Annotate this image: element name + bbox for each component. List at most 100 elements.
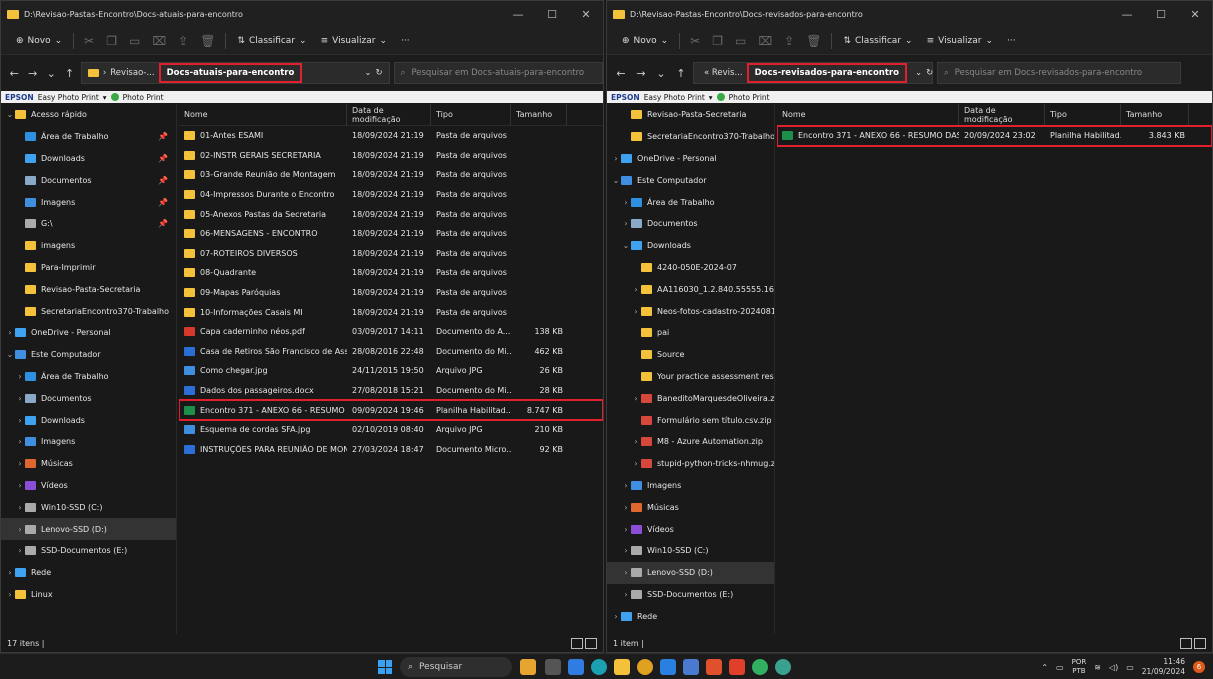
- nav-item[interactable]: › Lenovo-SSD (D:): [607, 561, 774, 584]
- nav-item[interactable]: ›Linux: [1, 584, 176, 606]
- nav-item[interactable]: Downloads 📌: [1, 148, 176, 170]
- whatsapp-icon[interactable]: [752, 659, 768, 675]
- nav-item[interactable]: Imagens 📌: [1, 191, 176, 213]
- back-icon[interactable]: ←: [7, 67, 21, 80]
- nav-item[interactable]: pai: [607, 322, 774, 344]
- dropdown-icon[interactable]: ▾: [709, 93, 713, 102]
- nav-item[interactable]: Formulário sem título.csv.zip: [607, 409, 774, 431]
- nav-item[interactable]: Área de Trabalho 📌: [1, 126, 176, 148]
- details-view-icon[interactable]: [571, 638, 583, 649]
- chevron-right-icon[interactable]: ›: [15, 394, 25, 403]
- close-button[interactable]: ✕: [1178, 8, 1212, 21]
- clock[interactable]: 11:46 21/09/2024: [1142, 657, 1185, 677]
- share-icon[interactable]: ⇪: [778, 34, 800, 48]
- address-bar[interactable]: « Revis... Docs-revisados-para-encontro …: [693, 62, 933, 84]
- windows-start-icon[interactable]: [378, 660, 392, 674]
- minimize-button[interactable]: —: [501, 8, 535, 21]
- recent-chevron-icon[interactable]: ⌄: [44, 67, 58, 80]
- column-header-date[interactable]: Data de modificação: [347, 104, 431, 126]
- nav-item[interactable]: SecretariaEncontro370-Trabalho: [607, 126, 774, 148]
- nav-item[interactable]: ⌄ Este Computador: [607, 169, 774, 191]
- nav-item[interactable]: › Rede: [1, 562, 176, 584]
- chevron-right-icon[interactable]: ›: [621, 198, 631, 207]
- file-row[interactable]: 07-ROTEIROS DIVERSOS 18/09/2024 21:19 Past…: [179, 244, 603, 264]
- paste-icon[interactable]: ▭: [729, 34, 752, 48]
- file-row[interactable]: 03-Grande Reunião de Montagem 18/09/2024 …: [179, 165, 603, 185]
- tiles-view-icon[interactable]: [585, 638, 597, 649]
- vscode-icon[interactable]: [660, 659, 676, 675]
- file-row[interactable]: Casa de Retiros São Francisco de Assis M…: [179, 342, 603, 362]
- breadcrumb-current[interactable]: Docs-atuais-para-encontro: [158, 63, 303, 83]
- tiles-view-icon[interactable]: [1194, 638, 1206, 649]
- nav-item[interactable]: › OneDrive - Personal: [1, 322, 176, 344]
- breadcrumb-parent[interactable]: Revisao-...: [110, 68, 154, 78]
- file-row[interactable]: Encontro 371 - ANEXO 66 - RESUMO DAS F..…: [777, 125, 1212, 147]
- view-button[interactable]: ≡ Visualizar ⌄: [920, 36, 1000, 46]
- office-icon[interactable]: [729, 659, 745, 675]
- photo-print-button[interactable]: Photo Print: [123, 93, 164, 102]
- navigation-pane[interactable]: Revisao-Pasta-Secretaria SecretariaEncont…: [607, 104, 775, 634]
- search-box[interactable]: ⌕ Pesquisar em Docs-revisados-para-encon…: [937, 62, 1181, 84]
- column-header-size[interactable]: Tamanho: [1121, 104, 1189, 126]
- nav-item[interactable]: › Documentos: [607, 213, 774, 235]
- nav-item[interactable]: › Lenovo-SSD (D:): [1, 518, 176, 540]
- column-header-name[interactable]: Nome: [179, 104, 347, 126]
- sort-button[interactable]: ⇅ Classificar ⌄: [230, 36, 313, 46]
- chevron-right-icon[interactable]: ›: [15, 525, 25, 534]
- chevron-right-icon[interactable]: ›: [631, 459, 641, 468]
- recent-chevron-icon[interactable]: ⌄: [653, 67, 669, 80]
- new-button[interactable]: ⊕ Novo ⌄: [615, 36, 675, 46]
- nav-item[interactable]: ⌄ Acesso rápido: [1, 104, 176, 126]
- file-row[interactable]: Capa caderninho néos.pdf 03/09/2017 14:11…: [179, 322, 603, 342]
- back-icon[interactable]: ←: [613, 67, 629, 80]
- search-input[interactable]: Pesquisar em Docs-atuais-para-encontro: [411, 68, 584, 78]
- refresh-icon[interactable]: ↻: [926, 68, 933, 78]
- nav-item[interactable]: ⌄ Este Computador: [1, 344, 176, 366]
- chevron-right-icon[interactable]: ›: [631, 437, 641, 446]
- chevron-right-icon[interactable]: ›: [15, 481, 25, 490]
- task-view-icon[interactable]: [545, 659, 561, 675]
- nav-item[interactable]: › Músicas: [1, 453, 176, 475]
- chevron-right-icon[interactable]: ›: [621, 590, 631, 599]
- chevron-right-icon[interactable]: ›: [15, 459, 25, 468]
- todo-icon[interactable]: [568, 659, 584, 675]
- chevron-right-icon[interactable]: ›: [15, 437, 25, 446]
- delete-icon[interactable]: 🗑: [194, 34, 221, 48]
- easy-photo-print-button[interactable]: Easy Photo Print: [644, 93, 705, 102]
- nav-item[interactable]: › BaneditoMarquesdeOliveira.zip: [607, 387, 774, 409]
- column-header-type[interactable]: Tipo: [1045, 104, 1121, 126]
- cut-icon[interactable]: ✂: [78, 34, 100, 48]
- file-row[interactable]: INSTRUÇÕES PARA REUNIÃO DE MONTA... 27/03…: [179, 440, 603, 460]
- wifi-icon[interactable]: ≋: [1094, 663, 1101, 672]
- file-row[interactable]: 01-Antes ESAMI 18/09/2024 21:19 Pasta de a…: [179, 126, 603, 146]
- nav-item[interactable]: › Neos-fotos-cadastro-20240812T22: [607, 300, 774, 322]
- sort-button[interactable]: ⇅ Classificar ⌄: [836, 36, 919, 46]
- dropdown-icon[interactable]: ▾: [103, 93, 107, 102]
- nav-item[interactable]: 4240-050E-2024-07: [607, 257, 774, 279]
- photo-print-button[interactable]: Photo Print: [729, 93, 770, 102]
- details-view-icon[interactable]: [1180, 638, 1192, 649]
- nav-item[interactable]: G:\ 📌: [1, 213, 176, 235]
- title-bar[interactable]: D:\Revisao-Pastas-Encontro\Docs-atuais-p…: [1, 1, 603, 27]
- nav-item[interactable]: Revisao-Pasta-Secretaria: [607, 104, 774, 126]
- title-bar[interactable]: D:\Revisao-Pastas-Encontro\Docs-revisado…: [607, 1, 1212, 27]
- file-explorer-icon[interactable]: [614, 659, 630, 675]
- up-icon[interactable]: ↑: [673, 67, 689, 80]
- nav-item[interactable]: ›Linux: [607, 627, 774, 634]
- search-box[interactable]: ⌕ Pesquisar em Docs-atuais-para-encontro: [393, 62, 603, 84]
- tray-overflow-icon[interactable]: ⌃: [1041, 663, 1048, 672]
- nav-item[interactable]: Source: [607, 344, 774, 366]
- chevron-right-icon[interactable]: ›: [5, 568, 15, 577]
- edge-icon[interactable]: [591, 659, 607, 675]
- file-row[interactable]: Esquema de cordas SFA.jpg 02/10/2019 08:4…: [179, 420, 603, 440]
- notification-badge[interactable]: 6: [1193, 661, 1205, 673]
- chevron-right-icon[interactable]: ›: [15, 503, 25, 512]
- nav-item[interactable]: › Imagens: [1, 431, 176, 453]
- rename-icon[interactable]: ⌧: [752, 34, 778, 48]
- file-row[interactable]: 04-Impressos Durante o Encontro 18/09/202…: [179, 185, 603, 205]
- breadcrumb-parent[interactable]: « Revis...: [704, 68, 743, 78]
- nav-item[interactable]: › Músicas: [607, 496, 774, 518]
- column-header-size[interactable]: Tamanho: [511, 104, 567, 126]
- maximize-button[interactable]: ☐: [1144, 8, 1178, 21]
- chevron-right-icon[interactable]: ›: [5, 590, 15, 599]
